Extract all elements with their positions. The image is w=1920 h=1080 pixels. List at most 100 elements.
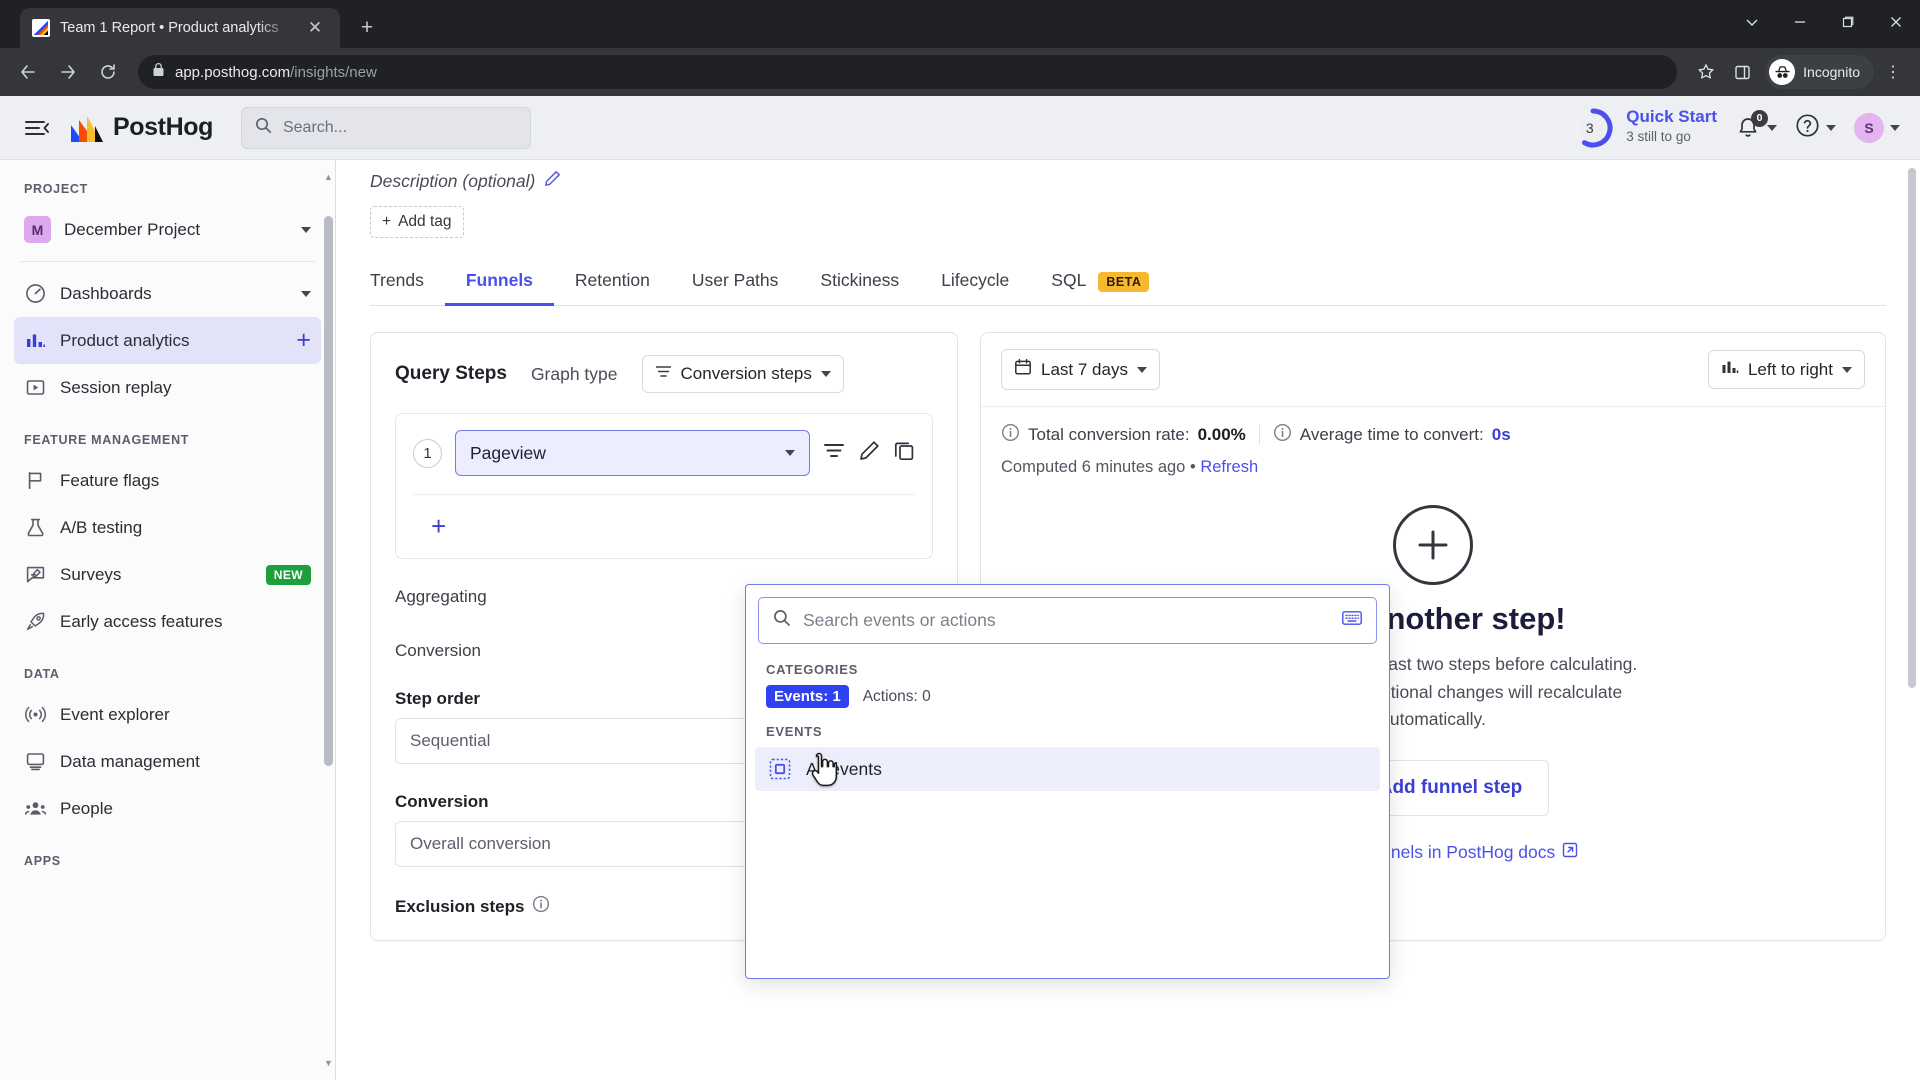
step-number: 1 bbox=[413, 438, 442, 468]
browser-menu-icon[interactable]: ⋮ bbox=[1876, 55, 1910, 89]
refresh-link[interactable]: Refresh bbox=[1200, 458, 1258, 476]
bookmark-star-icon[interactable] bbox=[1689, 55, 1723, 89]
sidebar-item-label: Early access features bbox=[60, 611, 223, 631]
sidebar-item-december-project[interactable]: M December Project bbox=[14, 206, 321, 253]
browser-tab-title: Team 1 Report • Product analytics bbox=[60, 20, 279, 36]
step-event-value: Pageview bbox=[470, 442, 546, 463]
sidebar-item-early-access-features[interactable]: Early access features bbox=[14, 598, 321, 645]
insight-description-placeholder: Description (optional) bbox=[370, 170, 536, 191]
sidebar-item-label: Feature flags bbox=[60, 470, 160, 490]
notifications-button[interactable]: 0 bbox=[1735, 109, 1777, 141]
funnel-layout-select[interactable]: Left to right bbox=[1707, 350, 1865, 389]
sidebar-item-product-analytics[interactable]: Product analytics + bbox=[14, 317, 321, 364]
external-link-icon bbox=[1562, 842, 1578, 863]
posthog-favicon-icon bbox=[32, 19, 50, 37]
sidebar-section-apps: APPS bbox=[24, 854, 61, 868]
stats-divider bbox=[1258, 425, 1260, 445]
sidebar-item-event-explorer[interactable]: Event explorer bbox=[14, 691, 321, 738]
global-search-input[interactable]: Search... bbox=[240, 106, 531, 149]
sidebar-item-feature-flags[interactable]: Feature flags bbox=[14, 457, 321, 504]
user-menu-button[interactable]: S bbox=[1854, 112, 1900, 143]
close-tab-icon[interactable]: ✕ bbox=[302, 15, 328, 41]
sidebar-item-label: Surveys bbox=[60, 564, 122, 584]
main-content: Description (optional) + Add tag Trends … bbox=[336, 160, 1920, 1080]
step-event-select[interactable]: Pageview bbox=[455, 430, 810, 476]
close-window-icon[interactable] bbox=[1872, 0, 1920, 44]
sidebar-item-session-replay[interactable]: Session replay bbox=[14, 364, 321, 411]
sidebar-item-data-management[interactable]: Data management bbox=[14, 738, 321, 785]
query-steps-title: Query Steps bbox=[395, 363, 507, 384]
main-scrollbar[interactable] bbox=[1908, 168, 1916, 1072]
keyboard-icon[interactable] bbox=[1342, 610, 1362, 631]
plus-icon[interactable]: + bbox=[413, 511, 446, 542]
tab-user-paths[interactable]: User Paths bbox=[671, 260, 800, 305]
sidebar-toggle-icon[interactable] bbox=[20, 111, 54, 145]
tab-trends[interactable]: Trends bbox=[370, 260, 445, 305]
sidebar-item-dashboards[interactable]: Dashboards bbox=[14, 270, 321, 317]
browser-tab[interactable]: Team 1 Report • Product analytics ✕ bbox=[20, 8, 340, 48]
sidebar-item-surveys[interactable]: Surveys NEW bbox=[14, 551, 321, 598]
browser-tabstrip: Team 1 Report • Product analytics ✕ + bbox=[0, 0, 1920, 48]
edit-pencil-icon[interactable] bbox=[544, 170, 561, 192]
incognito-profile-button[interactable]: Incognito bbox=[1765, 55, 1874, 89]
question-mark-icon bbox=[1795, 113, 1820, 143]
scroll-down-arrow-icon[interactable]: ▼ bbox=[324, 1058, 333, 1068]
forward-icon[interactable] bbox=[50, 54, 86, 90]
maximize-window-icon[interactable] bbox=[1824, 0, 1872, 44]
sidebar-scrollbar[interactable]: ▲ ▼ bbox=[324, 172, 333, 1068]
category-actions-pill[interactable]: Actions: 0 bbox=[863, 688, 931, 706]
reload-icon[interactable] bbox=[90, 54, 126, 90]
tab-sql[interactable]: SQL bbox=[1030, 260, 1096, 305]
search-icon bbox=[255, 117, 272, 139]
chevron-down-icon bbox=[820, 371, 831, 377]
popover-option-all-events[interactable]: All events bbox=[755, 747, 1380, 791]
chevron-down-icon bbox=[785, 450, 795, 456]
quick-start-text: Quick Start 3 still to go bbox=[1626, 108, 1717, 146]
lock-icon bbox=[152, 62, 165, 82]
new-tab-button[interactable]: + bbox=[354, 15, 380, 41]
plus-icon[interactable]: + bbox=[296, 328, 311, 353]
add-step-row[interactable]: + bbox=[413, 494, 915, 542]
info-icon[interactable] bbox=[1273, 423, 1292, 447]
chevron-down-icon bbox=[1842, 366, 1852, 373]
info-icon[interactable] bbox=[1001, 423, 1020, 447]
sidebar-item-ab-testing[interactable]: A/B testing bbox=[14, 504, 321, 551]
minimize-window-icon[interactable] bbox=[1776, 0, 1824, 44]
scrollbar-thumb[interactable] bbox=[324, 216, 333, 766]
duplicate-icon[interactable] bbox=[894, 440, 915, 466]
url-bar[interactable]: app.posthog.com/insights/new bbox=[138, 55, 1678, 89]
beta-badge: BETA bbox=[1098, 271, 1150, 292]
tab-search-chevron-icon[interactable] bbox=[1728, 0, 1776, 44]
info-icon[interactable] bbox=[532, 895, 550, 918]
help-button[interactable] bbox=[1795, 113, 1836, 143]
scroll-up-arrow-icon[interactable]: ▲ bbox=[324, 172, 333, 182]
quick-start-button[interactable]: 3 Quick Start 3 still to go bbox=[1571, 106, 1717, 150]
graph-type-select[interactable]: Conversion steps bbox=[641, 355, 844, 393]
insight-tabs: Trends Funnels Retention User Paths Stic… bbox=[370, 260, 1886, 306]
category-events-pill[interactable]: Events: 1 bbox=[766, 685, 849, 708]
tab-stickiness[interactable]: Stickiness bbox=[799, 260, 920, 305]
event-search-input[interactable]: Search events or actions bbox=[758, 597, 1377, 644]
project-badge: M bbox=[24, 216, 51, 243]
scrollbar-thumb[interactable] bbox=[1908, 168, 1916, 688]
search-icon bbox=[773, 609, 791, 632]
global-search-placeholder: Search... bbox=[282, 118, 348, 136]
total-conversion-label: Total conversion rate: bbox=[1028, 425, 1190, 444]
sidebar-item-label: Event explorer bbox=[60, 704, 170, 724]
insight-description-row[interactable]: Description (optional) bbox=[370, 160, 1886, 192]
step-order-value: Sequential bbox=[410, 731, 491, 750]
sidebar-item-people[interactable]: People bbox=[14, 785, 321, 832]
edit-pencil-icon[interactable] bbox=[859, 440, 880, 466]
add-tag-button[interactable]: + Add tag bbox=[370, 206, 464, 238]
tab-funnels[interactable]: Funnels bbox=[444, 260, 555, 306]
tab-retention[interactable]: Retention bbox=[554, 260, 671, 305]
notifications-badge: 0 bbox=[1751, 109, 1768, 127]
filter-icon[interactable] bbox=[823, 441, 845, 465]
bar-chart-icon bbox=[1721, 359, 1739, 380]
date-range-select[interactable]: Last 7 days bbox=[1001, 349, 1160, 390]
side-panel-icon[interactable] bbox=[1725, 55, 1759, 89]
incognito-icon bbox=[1769, 59, 1796, 85]
back-icon[interactable] bbox=[10, 54, 46, 90]
tab-lifecycle[interactable]: Lifecycle bbox=[920, 260, 1030, 305]
posthog-logo[interactable]: PostHog bbox=[70, 113, 213, 143]
